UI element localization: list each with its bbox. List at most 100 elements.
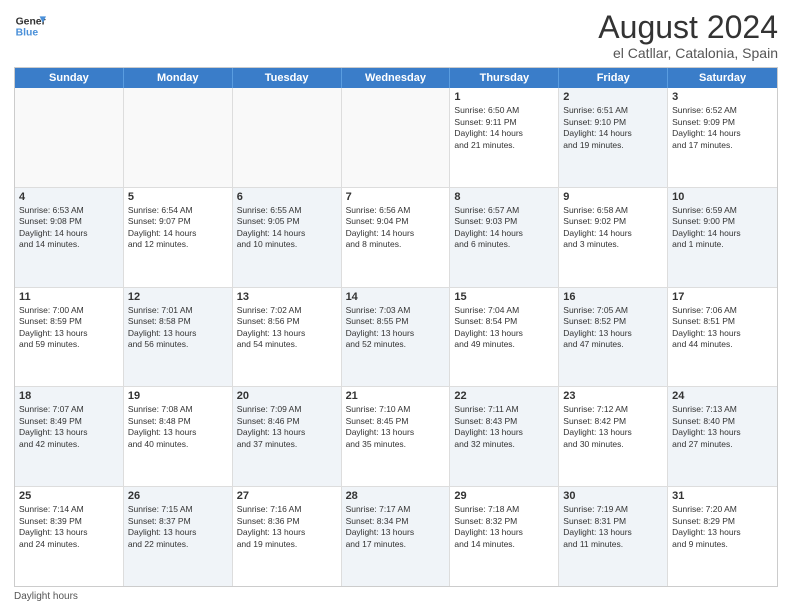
day-of-week-header: Wednesday [342, 68, 451, 88]
cell-details: Sunrise: 6:51 AM Sunset: 9:10 PM Dayligh… [563, 105, 663, 151]
cell-details: Sunrise: 6:56 AM Sunset: 9:04 PM Dayligh… [346, 205, 446, 251]
calendar-week-row: 1 Sunrise: 6:50 AM Sunset: 9:11 PM Daylig… [15, 88, 777, 188]
day-number: 3 [672, 91, 773, 103]
page: General Blue August 2024 el Catllar, Cat… [0, 0, 792, 612]
calendar-cell: 9 Sunrise: 6:58 AM Sunset: 9:02 PM Daylig… [559, 188, 668, 287]
day-number: 28 [346, 490, 446, 502]
calendar-week-row: 4Sunrise: 6:53 AM Sunset: 9:08 PM Daylig… [15, 188, 777, 288]
calendar-cell: 10 Sunrise: 6:59 AM Sunset: 9:00 PM Dayli… [668, 188, 777, 287]
calendar-cell: 26 Sunrise: 7:15 AM Sunset: 8:37 PM Dayli… [124, 487, 233, 586]
title-block: August 2024 el Catllar, Catalonia, Spain [598, 10, 778, 61]
cell-details: Sunrise: 7:17 AM Sunset: 8:34 PM Dayligh… [346, 504, 446, 550]
main-title: August 2024 [598, 10, 778, 45]
cell-details: Sunrise: 7:08 AM Sunset: 8:48 PM Dayligh… [128, 404, 228, 450]
cell-details: Sunrise: 7:07 AM Sunset: 8:49 PM Dayligh… [19, 404, 119, 450]
day-of-week-header: Friday [559, 68, 668, 88]
day-number: 10 [672, 191, 773, 203]
day-number: 6 [237, 191, 337, 203]
calendar-cell: 5 Sunrise: 6:54 AM Sunset: 9:07 PM Daylig… [124, 188, 233, 287]
day-number: 11 [19, 291, 119, 303]
cell-details: Sunrise: 7:19 AM Sunset: 8:31 PM Dayligh… [563, 504, 663, 550]
cell-details: Sunrise: 6:55 AM Sunset: 9:05 PM Dayligh… [237, 205, 337, 251]
day-number: 9 [563, 191, 663, 203]
cell-details: Sunrise: 7:00 AM Sunset: 8:59 PM Dayligh… [19, 305, 119, 351]
day-number: 13 [237, 291, 337, 303]
calendar-cell: 11 Sunrise: 7:00 AM Sunset: 8:59 PM Dayli… [15, 288, 124, 387]
day-number: 20 [237, 390, 337, 402]
day-number: 29 [454, 490, 554, 502]
calendar-cell: 24 Sunrise: 7:13 AM Sunset: 8:40 PM Dayli… [668, 387, 777, 486]
calendar-cell: 28 Sunrise: 7:17 AM Sunset: 8:34 PM Dayli… [342, 487, 451, 586]
cell-details: Sunrise: 7:18 AM Sunset: 8:32 PM Dayligh… [454, 504, 554, 550]
day-number: 26 [128, 490, 228, 502]
day-number: 17 [672, 291, 773, 303]
day-number: 27 [237, 490, 337, 502]
day-number: 18 [19, 390, 119, 402]
day-number: 16 [563, 291, 663, 303]
cell-details: Sunrise: 7:16 AM Sunset: 8:36 PM Dayligh… [237, 504, 337, 550]
calendar-cell: 6 Sunrise: 6:55 AM Sunset: 9:05 PM Daylig… [233, 188, 342, 287]
calendar-cell: 30 Sunrise: 7:19 AM Sunset: 8:31 PM Dayli… [559, 487, 668, 586]
cell-details: Sunrise: 6:58 AM Sunset: 9:02 PM Dayligh… [563, 205, 663, 251]
calendar-cell: 16Sunrise: 7:05 AM Sunset: 8:52 PM Dayli… [559, 288, 668, 387]
calendar-cell: 22 Sunrise: 7:11 AM Sunset: 8:43 PM Dayli… [450, 387, 559, 486]
cell-details: Sunrise: 7:11 AM Sunset: 8:43 PM Dayligh… [454, 404, 554, 450]
cell-details: Sunrise: 7:01 AM Sunset: 8:58 PM Dayligh… [128, 305, 228, 351]
cell-details: Sunrise: 6:59 AM Sunset: 9:00 PM Dayligh… [672, 205, 773, 251]
cell-details: Sunrise: 7:04 AM Sunset: 8:54 PM Dayligh… [454, 305, 554, 351]
day-number: 7 [346, 191, 446, 203]
calendar-cell: 31Sunrise: 7:20 AM Sunset: 8:29 PM Dayli… [668, 487, 777, 586]
day-number: 5 [128, 191, 228, 203]
calendar-cell: 23 Sunrise: 7:12 AM Sunset: 8:42 PM Dayli… [559, 387, 668, 486]
day-number: 19 [128, 390, 228, 402]
calendar-cell: 19 Sunrise: 7:08 AM Sunset: 8:48 PM Dayli… [124, 387, 233, 486]
calendar-body: 1 Sunrise: 6:50 AM Sunset: 9:11 PM Daylig… [15, 88, 777, 586]
cell-details: Sunrise: 7:12 AM Sunset: 8:42 PM Dayligh… [563, 404, 663, 450]
cell-details: Sunrise: 6:57 AM Sunset: 9:03 PM Dayligh… [454, 205, 554, 251]
cell-details: Sunrise: 7:09 AM Sunset: 8:46 PM Dayligh… [237, 404, 337, 450]
calendar-cell [342, 88, 451, 187]
day-number: 23 [563, 390, 663, 402]
calendar-cell: 8Sunrise: 6:57 AM Sunset: 9:03 PM Daylig… [450, 188, 559, 287]
calendar-cell: 20 Sunrise: 7:09 AM Sunset: 8:46 PM Dayli… [233, 387, 342, 486]
calendar-cell: 27 Sunrise: 7:16 AM Sunset: 8:36 PM Dayli… [233, 487, 342, 586]
calendar-cell: 12 Sunrise: 7:01 AM Sunset: 8:58 PM Dayli… [124, 288, 233, 387]
logo-icon: General Blue [14, 10, 46, 42]
cell-details: Sunrise: 7:14 AM Sunset: 8:39 PM Dayligh… [19, 504, 119, 550]
calendar-cell: 25 Sunrise: 7:14 AM Sunset: 8:39 PM Dayli… [15, 487, 124, 586]
cell-details: Sunrise: 6:52 AM Sunset: 9:09 PM Dayligh… [672, 105, 773, 151]
footer: Daylight hours [14, 591, 778, 602]
cell-details: Sunrise: 7:20 AM Sunset: 8:29 PM Dayligh… [672, 504, 773, 550]
cell-details: Sunrise: 6:54 AM Sunset: 9:07 PM Dayligh… [128, 205, 228, 251]
day-number: 2 [563, 91, 663, 103]
calendar-week-row: 11 Sunrise: 7:00 AM Sunset: 8:59 PM Dayli… [15, 288, 777, 388]
cell-details: Sunrise: 7:02 AM Sunset: 8:56 PM Dayligh… [237, 305, 337, 351]
day-number: 25 [19, 490, 119, 502]
calendar-cell: 13 Sunrise: 7:02 AM Sunset: 8:56 PM Dayli… [233, 288, 342, 387]
cell-details: Sunrise: 7:15 AM Sunset: 8:37 PM Dayligh… [128, 504, 228, 550]
day-number: 30 [563, 490, 663, 502]
calendar-cell: 18 Sunrise: 7:07 AM Sunset: 8:49 PM Dayli… [15, 387, 124, 486]
calendar-cell: 21Sunrise: 7:10 AM Sunset: 8:45 PM Dayli… [342, 387, 451, 486]
calendar: SundayMondayTuesdayWednesdayThursdayFrid… [14, 67, 778, 587]
day-number: 4 [19, 191, 119, 203]
calendar-cell: 7 Sunrise: 6:56 AM Sunset: 9:04 PM Daylig… [342, 188, 451, 287]
day-of-week-header: Monday [124, 68, 233, 88]
calendar-cell: 1 Sunrise: 6:50 AM Sunset: 9:11 PM Daylig… [450, 88, 559, 187]
day-of-week-header: Tuesday [233, 68, 342, 88]
day-of-week-header: Saturday [668, 68, 777, 88]
day-number: 22 [454, 390, 554, 402]
day-of-week-header: Sunday [15, 68, 124, 88]
calendar-cell: 29 Sunrise: 7:18 AM Sunset: 8:32 PM Dayli… [450, 487, 559, 586]
cell-details: Sunrise: 6:50 AM Sunset: 9:11 PM Dayligh… [454, 105, 554, 151]
subtitle: el Catllar, Catalonia, Spain [598, 45, 778, 61]
calendar-week-row: 18 Sunrise: 7:07 AM Sunset: 8:49 PM Dayli… [15, 387, 777, 487]
header: General Blue August 2024 el Catllar, Cat… [14, 10, 778, 61]
cell-details: Sunrise: 7:13 AM Sunset: 8:40 PM Dayligh… [672, 404, 773, 450]
calendar-cell: 15Sunrise: 7:04 AM Sunset: 8:54 PM Dayli… [450, 288, 559, 387]
calendar-cell: 14Sunrise: 7:03 AM Sunset: 8:55 PM Dayli… [342, 288, 451, 387]
day-number: 24 [672, 390, 773, 402]
day-number: 12 [128, 291, 228, 303]
day-number: 1 [454, 91, 554, 103]
calendar-header: SundayMondayTuesdayWednesdayThursdayFrid… [15, 68, 777, 88]
